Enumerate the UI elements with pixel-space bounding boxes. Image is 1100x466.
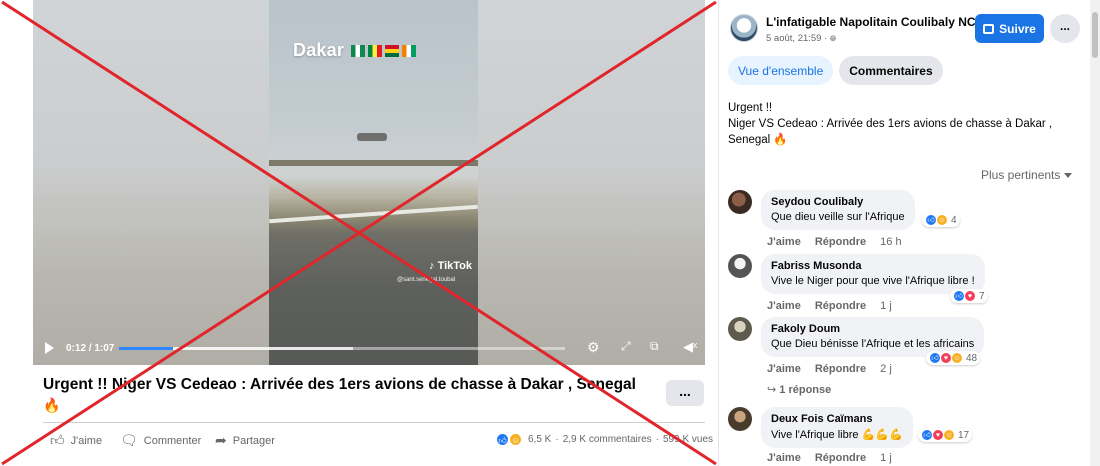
comment-reactions[interactable]: 👍︎ ☺ 4	[922, 213, 960, 227]
comment-meta: J'aime Répondre 16 h	[767, 236, 902, 248]
comment-like-button[interactable]: J'aime	[767, 300, 801, 312]
comment-meta: J'aime Répondre 1 j	[767, 452, 892, 464]
comment-count[interactable]: 2,9 K commentaires	[563, 434, 652, 445]
commenter-name[interactable]: Deux Fois Caïmans	[771, 413, 903, 425]
comment-bubble-icon: 🗨︎	[120, 432, 138, 448]
video-blur-right	[477, 0, 705, 365]
post-more-button[interactable]: ...	[666, 380, 704, 406]
like-reaction-icon: 👍︎	[496, 433, 509, 446]
comment-text: Vive le Niger pour que vive l'Afrique li…	[771, 275, 975, 287]
haha-reaction-icon: ☺	[936, 214, 948, 226]
comment-reactions[interactable]: 👍︎ ♥ 7	[950, 289, 988, 303]
haha-reaction-icon: ☺	[951, 352, 963, 364]
like-button[interactable]: 👍︎ J'aime	[50, 432, 102, 449]
comment-text: Que Dieu bénisse l'Afrique et les africa…	[771, 338, 975, 350]
follow-icon	[983, 23, 995, 34]
runway-line	[269, 204, 478, 224]
commenter-name[interactable]: Seydou Coulibaly	[771, 196, 905, 208]
flags-emoji	[351, 45, 417, 58]
comment-text: Vive l'Afrique libre 💪💪💪	[771, 429, 903, 441]
comment-reply-button[interactable]: Répondre	[815, 236, 866, 248]
comment-reply-button[interactable]: Répondre	[815, 300, 866, 312]
video-controls: 0:12 / 1:07 ⚙ ⤢ ⧉ ◀ˣ	[33, 332, 705, 365]
comment-bubble: Seydou Coulibaly Que dieu veille sur l'A…	[761, 190, 915, 230]
commenter-avatar[interactable]	[728, 190, 752, 214]
tiktok-watermark: ♪ TikTok	[429, 260, 472, 272]
commenter-name[interactable]: Fabriss Musonda	[771, 260, 975, 272]
comment-reply-button[interactable]: Répondre	[815, 452, 866, 464]
love-reaction-icon: ♥	[964, 290, 976, 302]
reaction-count[interactable]: 6,5 K	[528, 434, 551, 445]
comment-time[interactable]: 16 h	[880, 236, 901, 248]
caret-down-icon	[1064, 173, 1073, 179]
globe-icon: 🌐︎	[829, 34, 837, 43]
comment-bubble: Deux Fois Caïmans Vive l'Afrique libre 💪…	[761, 407, 913, 448]
video-player[interactable]: Dakar ♪ TikTok @sant.senegal.toubal	[33, 0, 705, 365]
view-replies-link[interactable]: ↪ 1 réponse	[767, 383, 831, 396]
commenter-name[interactable]: Fakoly Doum	[771, 323, 974, 335]
video-progress-bar[interactable]	[119, 347, 565, 350]
divider	[43, 422, 705, 423]
volume-icon[interactable]: ◀ˣ	[683, 339, 697, 355]
comment-like-button[interactable]: J'aime	[767, 452, 801, 464]
haha-reaction-icon: ☺	[509, 433, 522, 446]
post-stats: 👍︎ ☺ 6,5 K · 2,9 K commentaires · 599 K …	[496, 433, 713, 446]
page-name[interactable]: L'infatigable Napolitain Coulibaly NC	[766, 15, 976, 29]
view-count: 599 K vues	[662, 434, 714, 445]
commenter-avatar[interactable]	[728, 317, 752, 341]
comment-reply-button[interactable]: Répondre	[815, 363, 866, 375]
comment-meta: J'aime Répondre 1 j	[767, 300, 892, 312]
page-more-button[interactable]: ...	[1050, 14, 1080, 43]
facebook-video-post-page: Dakar ♪ TikTok @sant.senegal.toubal 0:12…	[0, 0, 1100, 466]
scrollbar-thumb[interactable]	[1092, 12, 1098, 58]
post-title: Urgent !! Niger VS Cedeao : Arrivée des …	[43, 375, 643, 415]
thumbs-up-icon: 👍︎	[50, 432, 65, 448]
tab-comments[interactable]: Commentaires	[839, 56, 943, 85]
comment-bubble: Fabriss Musonda Vive le Niger pour que v…	[761, 254, 985, 294]
post-timestamp[interactable]: 5 août, 21:59 · 🌐︎	[766, 33, 836, 44]
fullscreen-icon[interactable]: ⤢	[621, 339, 631, 354]
comment-like-button[interactable]: J'aime	[767, 236, 801, 248]
video-time: 0:12 / 1:07	[66, 343, 115, 354]
comment-reactions[interactable]: 👍︎ ♥ ☺ 17	[918, 428, 973, 442]
comment-time[interactable]: 1 j	[880, 300, 892, 312]
video-blur-left	[33, 0, 269, 365]
panel-tabs: Vue d'ensemble Commentaires	[728, 56, 943, 85]
picture-in-picture-icon[interactable]: ⧉	[650, 339, 659, 354]
share-button[interactable]: ➦ Partager	[215, 432, 275, 449]
comment-meta: J'aime Répondre 2 j	[767, 363, 892, 375]
scrollbar[interactable]	[1090, 0, 1100, 466]
tab-overview[interactable]: Vue d'ensemble	[728, 56, 834, 85]
page-avatar[interactable]	[730, 14, 758, 42]
video-overlay-title: Dakar	[293, 40, 417, 61]
fighter-jet	[357, 133, 387, 141]
comment-time[interactable]: 1 j	[880, 452, 892, 464]
flexed-biceps-emoji: 💪💪💪	[861, 429, 903, 441]
commenter-avatar[interactable]	[728, 254, 752, 278]
runway-edge	[269, 160, 478, 166]
follow-button[interactable]: Suivre	[975, 14, 1044, 43]
commenter-avatar[interactable]	[728, 407, 752, 431]
settings-gear-icon[interactable]: ⚙	[587, 339, 600, 356]
comment-like-button[interactable]: J'aime	[767, 363, 801, 375]
comments-panel: L'infatigable Napolitain Coulibaly NC 5 …	[718, 0, 1090, 466]
tiktok-handle: @sant.senegal.toubal	[397, 277, 456, 283]
share-arrow-icon: ➦	[215, 432, 227, 448]
reply-arrow-icon: ↪	[767, 384, 777, 396]
haha-reaction-icon: ☺	[943, 429, 955, 441]
fire-emoji: 🔥	[43, 397, 61, 413]
comment-reactions[interactable]: 👍︎ ♥ ☺ 48	[926, 351, 981, 365]
comment-button[interactable]: 🗨︎ Commenter	[120, 432, 201, 449]
comment-sort-dropdown[interactable]: Plus pertinents	[981, 168, 1073, 182]
comment-text: Que dieu veille sur l'Afrique	[771, 211, 905, 223]
play-icon[interactable]	[45, 342, 54, 354]
video-frame: Dakar ♪ TikTok @sant.senegal.toubal	[269, 0, 478, 365]
video-progress	[119, 347, 174, 350]
comment-time[interactable]: 2 j	[880, 363, 892, 375]
video-column: Dakar ♪ TikTok @sant.senegal.toubal 0:12…	[0, 0, 718, 466]
fire-emoji: 🔥	[773, 134, 788, 146]
post-caption: Urgent !! Niger VS Cedeao : Arrivée des …	[728, 102, 1053, 146]
